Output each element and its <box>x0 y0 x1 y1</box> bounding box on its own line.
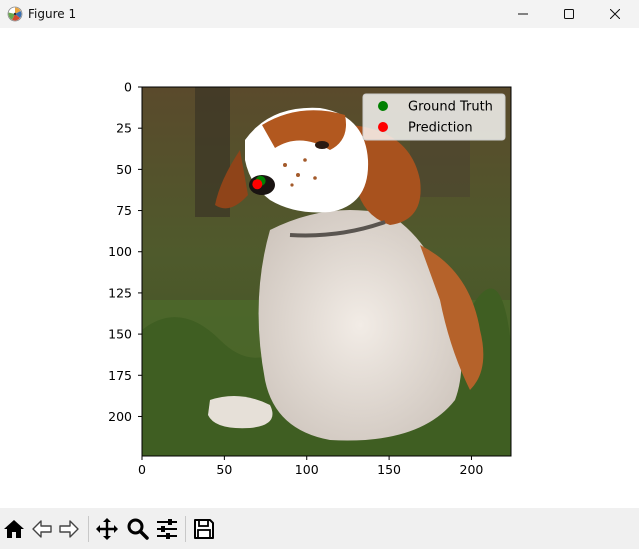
minimize-button[interactable] <box>500 0 546 28</box>
x-axis: 0 50 100 150 200 <box>138 456 483 477</box>
maximize-button[interactable] <box>546 0 592 28</box>
legend-marker <box>378 122 388 132</box>
forward-icon <box>59 520 79 538</box>
plot-svg: 0 50 100 150 200 0 25 50 75 100 125 150 175 200 Grou… <box>108 80 512 477</box>
x-tick-label: 150 <box>377 462 401 477</box>
legend-marker <box>378 101 388 111</box>
y-tick-label: 100 <box>108 244 132 259</box>
legend: Ground Truth Prediction <box>362 93 506 141</box>
y-tick-label: 50 <box>116 162 132 177</box>
minimize-icon <box>518 13 528 15</box>
toolbar-separator <box>185 516 186 542</box>
y-tick-label: 200 <box>108 409 132 424</box>
figure-window: Figure 1 0 50 100 150 200 0 25 50 75 100… <box>0 0 639 549</box>
home-icon <box>4 520 24 538</box>
y-tick-label: 25 <box>116 121 132 136</box>
save-icon <box>194 519 214 539</box>
configure-subplots-button[interactable] <box>155 517 179 541</box>
toolbar-separator <box>88 516 89 542</box>
dog-photo-image <box>142 87 511 456</box>
home-button[interactable] <box>2 517 26 541</box>
y-tick-label: 125 <box>108 285 132 300</box>
forward-button[interactable] <box>57 517 81 541</box>
pan-icon <box>96 518 118 540</box>
legend-label: Ground Truth <box>408 100 493 115</box>
matplotlib-logo-icon <box>7 6 23 22</box>
back-icon <box>32 520 52 538</box>
legend-label: Prediction <box>408 121 473 136</box>
window-title: Figure 1 <box>28 7 77 21</box>
y-axis: 0 25 50 75 100 125 150 175 200 <box>108 80 142 424</box>
x-tick-label: 200 <box>460 462 484 477</box>
y-tick-label: 175 <box>108 368 132 383</box>
configure-subplots-icon <box>157 519 177 539</box>
close-icon <box>610 9 620 19</box>
y-tick-label: 150 <box>108 327 132 342</box>
pan-button[interactable] <box>95 517 119 541</box>
x-tick-label: 0 <box>138 462 146 477</box>
navigation-toolbar <box>0 508 639 549</box>
figure-canvas[interactable]: 0 50 100 150 200 0 25 50 75 100 125 150 175 200 Grou… <box>0 28 639 508</box>
back-button[interactable] <box>30 517 54 541</box>
zoom-icon <box>127 518 149 540</box>
title-bar: Figure 1 <box>0 0 639 28</box>
zoom-button[interactable] <box>126 517 150 541</box>
maximize-icon <box>564 9 574 19</box>
y-tick-label: 0 <box>124 80 132 95</box>
y-tick-label: 75 <box>116 203 132 218</box>
x-tick-label: 50 <box>216 462 232 477</box>
x-tick-label: 100 <box>295 462 319 477</box>
prediction-point <box>252 179 263 190</box>
save-button[interactable] <box>192 517 216 541</box>
close-button[interactable] <box>592 0 638 28</box>
